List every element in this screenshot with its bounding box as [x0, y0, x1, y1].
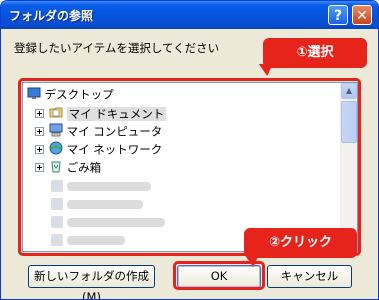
help-button[interactable]: ?	[328, 5, 348, 25]
window-title: フォルダの参照	[9, 9, 94, 23]
browse-folder-dialog: フォルダの参照 ? ✕ 登録したいアイテムを選択してください デスクトップ マイ…	[0, 0, 379, 300]
step1-callout: ①選択	[263, 38, 367, 68]
new-folder-button[interactable]: 新しいフォルダの作成(M)	[28, 265, 155, 299]
dialog-prompt: 登録したいアイテムを選択してください	[14, 41, 220, 55]
close-button[interactable]: ✕	[352, 5, 372, 25]
cancel-button[interactable]: キャンセル	[267, 265, 352, 288]
step2-callout: ②クリック	[244, 228, 357, 258]
title-bar[interactable]: フォルダの参照 ? ✕	[1, 1, 378, 29]
